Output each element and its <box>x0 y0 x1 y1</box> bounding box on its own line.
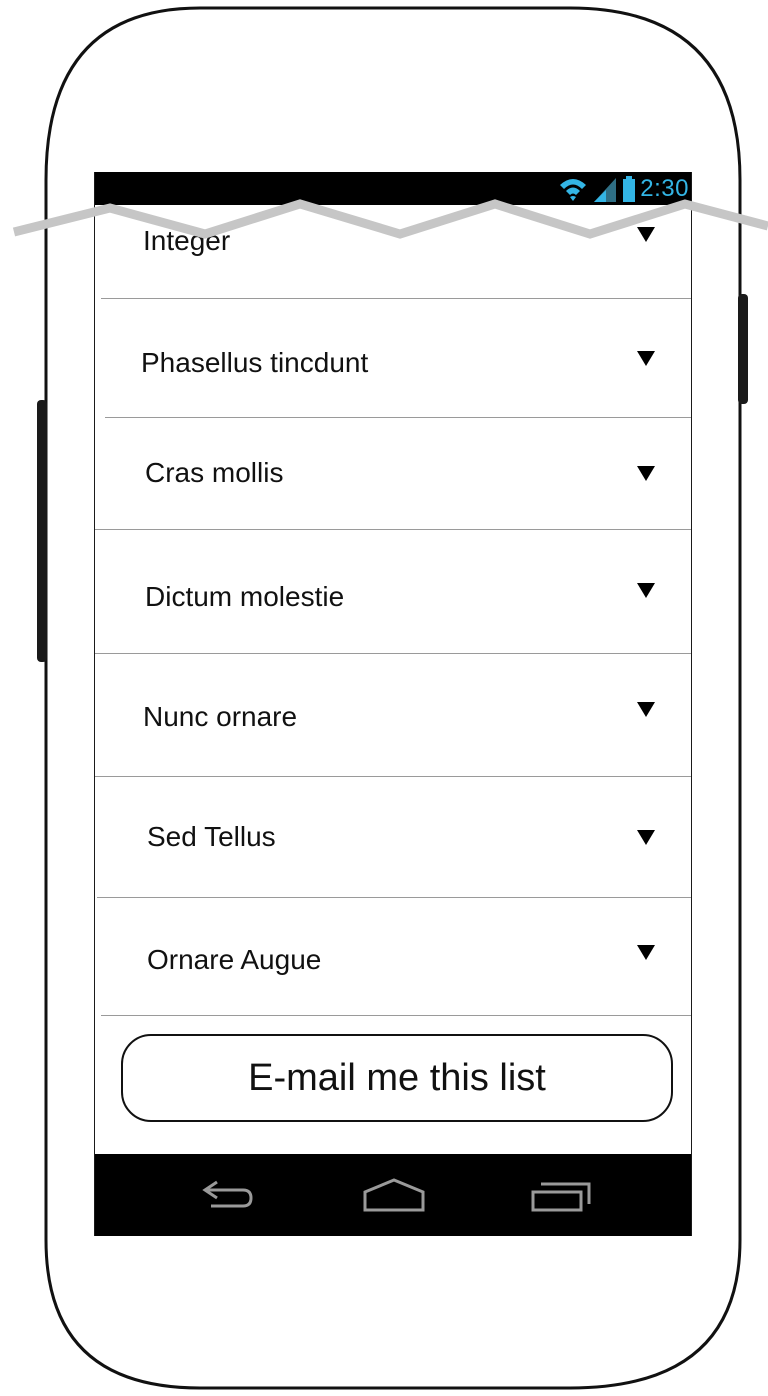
navigation-bar <box>95 1154 691 1236</box>
list-item[interactable]: Nunc ornare <box>95 662 691 772</box>
list-item-label: Sed Tellus <box>147 821 276 852</box>
divider <box>95 776 691 777</box>
dropdown-triangle-icon[interactable] <box>637 226 655 242</box>
list-item-label: Ornare Augue <box>147 944 322 975</box>
dropdown-triangle-icon[interactable] <box>637 350 655 366</box>
list-item-label: Dictum molestie <box>145 581 345 612</box>
list-item-label: Integer <box>143 225 231 256</box>
divider <box>95 529 691 530</box>
list-item[interactable]: Ornare Augue <box>95 905 691 1015</box>
list-item[interactable]: Cras mollis <box>95 418 691 528</box>
dropdown-triangle-icon[interactable] <box>637 944 655 960</box>
power-button[interactable] <box>738 294 748 404</box>
email-list-button[interactable]: E-mail me this list <box>121 1034 673 1122</box>
list-item-label: Nunc ornare <box>143 701 298 732</box>
dropdown-triangle-icon[interactable] <box>637 582 655 598</box>
divider <box>97 897 691 898</box>
dropdown-triangle-icon[interactable] <box>637 829 655 845</box>
list-item[interactable]: Dictum molestie <box>95 542 691 652</box>
list-item-label: Phasellus tincdunt <box>141 347 369 378</box>
phone-screen: 2:30 Integer Phasellus tincdunt Cras mol… <box>94 172 692 1236</box>
dropdown-triangle-icon[interactable] <box>637 701 655 717</box>
list-item[interactable]: Integer <box>95 186 691 296</box>
divider <box>95 653 691 654</box>
list-item-label: Cras mollis <box>145 457 284 488</box>
list-item[interactable]: Sed Tellus <box>95 782 691 892</box>
divider <box>101 1015 691 1016</box>
recent-apps-icon[interactable] <box>529 1172 593 1216</box>
dropdown-triangle-icon[interactable] <box>637 465 655 481</box>
list-item[interactable]: Phasellus tincdunt <box>95 308 691 418</box>
back-icon[interactable] <box>195 1172 259 1216</box>
volume-button[interactable] <box>37 400 47 662</box>
home-icon[interactable] <box>361 1172 427 1216</box>
email-button-label: E-mail me this list <box>248 1056 546 1099</box>
divider <box>101 298 691 299</box>
